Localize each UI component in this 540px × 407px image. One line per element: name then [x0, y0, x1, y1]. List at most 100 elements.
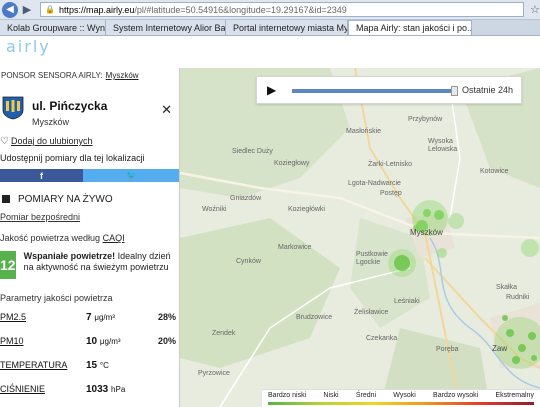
- param-row: Ciśnienie 1033 hPa: [0, 377, 179, 401]
- share-text: Udostępnij pomiary dla tej lokalizacji: [0, 153, 145, 163]
- place-label: Siedlec Duży: [232, 148, 273, 155]
- tab-airly[interactable]: Mapa Airly: stan jakości i po... ✕: [348, 20, 472, 35]
- params-title: Parametry jakości powietrza: [0, 293, 113, 303]
- favorite-label: Dodaj do ulubionych: [10, 136, 93, 146]
- param-number: 1033: [86, 383, 109, 395]
- aqi-summary: 12 Wspaniałe powietrze! Idealny dzień na…: [0, 251, 179, 285]
- legend-label: Wysoki: [393, 392, 416, 399]
- station-city: Myszków: [32, 117, 70, 127]
- aqi-description: Wspaniałe powietrze! Idealny dzień na ak…: [16, 251, 179, 285]
- param-value: 1033 hPa: [86, 384, 148, 395]
- tab-myszkow-portal[interactable]: Portal internetowy miasta Mys...: [226, 20, 348, 35]
- place-label: Pustkowie Lgockie: [356, 251, 388, 266]
- live-title: POMIARY NA ŻYWO: [18, 193, 113, 205]
- airly-logo[interactable]: airly: [0, 36, 180, 68]
- param-unit: μg/m³: [94, 312, 115, 322]
- close-icon[interactable]: ✕: [161, 102, 172, 118]
- place-label: Leśniaki: [394, 298, 420, 305]
- aqi-headline: Wspaniałe powietrze!: [23, 251, 116, 261]
- place-label: Lgota-Nadwarcie: [348, 180, 401, 187]
- caqi-label: Jakość powietrza według: [0, 233, 101, 243]
- place-label: Żarki-Letnisko: [368, 161, 412, 168]
- address-bar: ◀ ▶ 🔒 https://map.airly.eu /pl/#latitude…: [0, 0, 540, 20]
- station-sidebar: ponsor sensora Airly: Myszków ul. Pińczy…: [0, 68, 180, 407]
- place-label: Myszków: [410, 228, 443, 237]
- star-icon[interactable]: ☆: [530, 3, 540, 16]
- legend-label: Niski: [323, 392, 339, 399]
- place-label: Masłońskie: [346, 128, 382, 135]
- caqi-legend: Bardzo niski Niski Średni Wysoki Bardzo …: [262, 389, 540, 407]
- place-label: Kotowice: [480, 168, 509, 175]
- place-label: Cynków: [236, 258, 261, 265]
- twitter-share-button[interactable]: 🐦: [83, 169, 179, 182]
- timeline-fill: [292, 89, 455, 93]
- live-section-title: POMIARY NA ŻYWO: [0, 192, 179, 206]
- param-name[interactable]: Temperatura: [0, 360, 86, 370]
- place-label: Gniazdów: [230, 195, 262, 202]
- param-row: Temperatura 15 °C: [0, 353, 179, 377]
- share-buttons: f 🐦: [0, 169, 179, 182]
- legend-gradient: [268, 402, 534, 405]
- param-number: 7: [86, 311, 92, 323]
- forward-icon[interactable]: ▶: [20, 3, 34, 17]
- param-percent: 20%: [157, 336, 176, 346]
- param-number: 10: [86, 335, 98, 347]
- direct-measurement-link[interactable]: Pomiar bezpośredni: [0, 212, 179, 224]
- param-unit: hPa: [111, 384, 126, 394]
- place-label: Koziegłówki: [288, 206, 325, 213]
- param-unit: °C: [99, 360, 109, 370]
- timeline-range-label: Ostatnie 24h: [461, 85, 513, 95]
- timeline-handle[interactable]: [451, 86, 458, 96]
- map[interactable]: Masłońskie Przybynów Siedlec Duży Żarki-…: [180, 68, 540, 407]
- url-field[interactable]: 🔒 https://map.airly.eu /pl/#latitude=50.…: [40, 2, 524, 17]
- legend-label: Ekstremalny: [495, 392, 534, 399]
- param-name[interactable]: PM2.5: [0, 312, 86, 322]
- logo-text: airly: [6, 37, 51, 56]
- param-row: PM10 10 μg/m³ 20%: [0, 329, 179, 353]
- place-label: Zendek: [212, 330, 236, 337]
- lock-icon: 🔒: [45, 5, 55, 14]
- param-value: 10 μg/m³: [86, 336, 148, 347]
- add-favorite-link[interactable]: ♡ Dodaj do ulubionych: [0, 134, 179, 148]
- place-label: Przybynów: [408, 116, 443, 123]
- param-name[interactable]: Ciśnienie: [0, 384, 86, 394]
- place-label: Brudzowice: [296, 314, 333, 321]
- place-label: Zaw: [492, 344, 508, 353]
- facebook-share-button[interactable]: f: [0, 169, 83, 182]
- live-square-icon: [2, 195, 10, 203]
- tab-label: Kolab Groupware :: Wyniki wys...: [7, 22, 105, 33]
- param-number: 15: [86, 359, 98, 371]
- legend-label: Bardzo wysoki: [433, 392, 479, 399]
- place-label: Markowice: [278, 244, 312, 251]
- twitter-icon: 🐦: [125, 170, 138, 180]
- param-value: 7 μg/m³: [86, 312, 148, 323]
- facebook-icon: f: [40, 170, 43, 181]
- param-percent: 28%: [157, 312, 176, 322]
- legend-label: Średni: [355, 392, 377, 399]
- place-label: Koziegłowy: [274, 160, 310, 167]
- timeline-slider[interactable]: [292, 86, 458, 96]
- aqi-value-badge: 12: [0, 251, 16, 279]
- play-icon[interactable]: ▶: [267, 83, 279, 97]
- param-row: PM2.5 7 μg/m³ 28%: [0, 305, 179, 329]
- caqi-link[interactable]: CAQI: [103, 233, 125, 243]
- place-label: Rudniki: [506, 294, 530, 301]
- place-label: Pyrzowice: [198, 370, 230, 377]
- caqi-line: Jakość powietrza według CAQI: [0, 233, 179, 245]
- place-label: Poręba: [436, 346, 459, 353]
- place-label: Żelisławice: [354, 309, 389, 316]
- back-icon[interactable]: ◀: [2, 1, 18, 18]
- tab-bar: Kolab Groupware :: Wyniki wys... System …: [0, 20, 540, 36]
- tab-label: System Internetowy Alior Bank...: [113, 22, 226, 33]
- place-label: Woźniki: [202, 206, 227, 213]
- tab-label: Portal internetowy miasta Mys...: [233, 22, 348, 33]
- city-crest-icon: [2, 96, 24, 120]
- tab-kolab[interactable]: Kolab Groupware :: Wyniki wys...: [0, 20, 106, 35]
- place-label: Skałka: [496, 284, 518, 291]
- param-unit: μg/m³: [99, 336, 121, 346]
- param-name[interactable]: PM10: [0, 336, 86, 346]
- legend-label: Bardzo niski: [268, 392, 307, 399]
- station-name: ul. Pińczycka: [32, 99, 108, 113]
- tab-alior[interactable]: System Internetowy Alior Bank...: [106, 20, 226, 35]
- place-label: Czekanka: [366, 335, 398, 342]
